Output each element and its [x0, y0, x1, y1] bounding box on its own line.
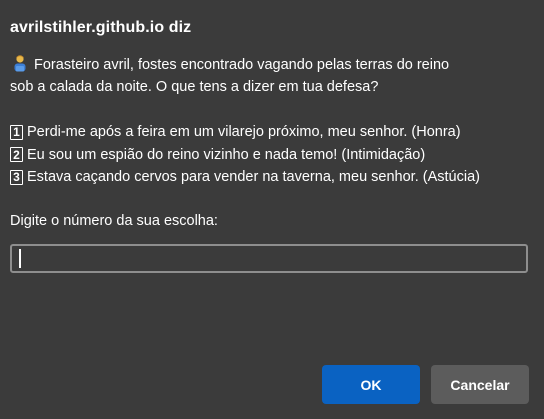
dialog-message: Forasteiro avril, fostes encontrado vaga…: [10, 54, 530, 98]
message-line-1: Forasteiro avril, fostes encontrado vaga…: [10, 54, 530, 76]
keycap-3-icon: 3: [10, 169, 23, 185]
keycap-2-icon: 2: [10, 147, 23, 163]
prompt-label: Digite o número da sua escolha:: [10, 213, 218, 229]
dialog-title: avrilstihler.github.io diz: [10, 19, 192, 36]
ok-button[interactable]: OK: [322, 365, 420, 404]
option-1: 1 Perdi-me após a feira em um vilarejo p…: [10, 121, 480, 144]
option-3-text: Estava caçando cervos para vender na tav…: [27, 169, 480, 185]
option-1-text: Perdi-me após a feira em um vilarejo pró…: [27, 124, 461, 140]
message-line-2: sob a calada da noite. O que tens a dize…: [10, 79, 379, 95]
option-list: 1 Perdi-me após a feira em um vilarejo p…: [10, 121, 480, 189]
cancel-button[interactable]: Cancelar: [431, 365, 529, 404]
keycap-1-icon: 1: [10, 124, 23, 140]
prompt-dialog: avrilstihler.github.io diz Forasteiro av…: [0, 0, 544, 419]
text-caret: [19, 249, 21, 268]
message-line-1-text: Forasteiro avril, fostes encontrado vaga…: [34, 57, 450, 73]
option-2-text: Eu sou um espião do reino vizinho e nada…: [27, 146, 426, 163]
person-emoji-icon: [14, 55, 26, 72]
option-3: 3 Estava caçando cervos para vender na t…: [10, 166, 480, 189]
choice-input[interactable]: [10, 244, 528, 273]
option-2: 2 Eu sou um espião do reino vizinho e na…: [10, 144, 480, 167]
